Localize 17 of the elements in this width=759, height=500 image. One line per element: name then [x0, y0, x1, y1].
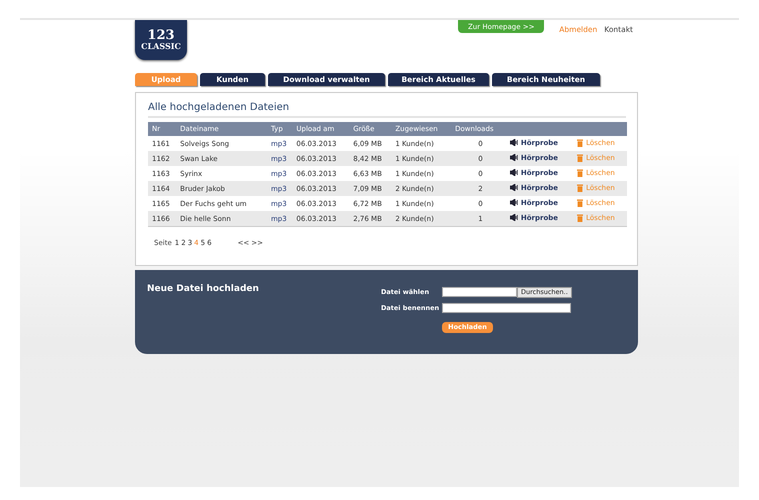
panel-title: Alle hochgeladenen Dateien — [148, 102, 626, 118]
trash-icon — [577, 138, 584, 146]
panel-title: Neue Datei hochladen — [147, 284, 260, 296]
trash-icon — [577, 154, 584, 162]
name-field[interactable] — [442, 303, 571, 313]
speaker-icon — [510, 169, 518, 176]
speaker-icon — [510, 139, 518, 146]
speaker-icon — [510, 154, 518, 162]
trash-icon — [577, 214, 584, 222]
trash-icon — [577, 168, 584, 176]
speaker-icon — [510, 199, 518, 206]
speaker-icon — [510, 184, 518, 192]
speaker-icon — [510, 214, 518, 222]
file-field[interactable] — [442, 287, 517, 297]
trash-icon — [577, 184, 584, 192]
logo[interactable]: 123 CLASSIC — [135, 20, 187, 60]
trash-icon — [577, 198, 584, 206]
